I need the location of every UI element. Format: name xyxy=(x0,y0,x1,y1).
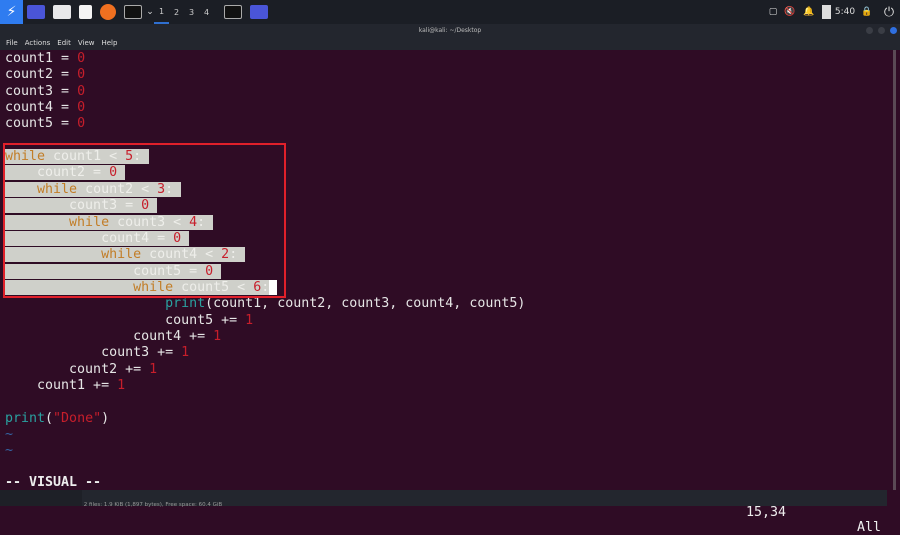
menu-actions[interactable]: Actions xyxy=(25,38,51,50)
logout-icon[interactable]: ⏻ xyxy=(878,0,900,24)
menu-help[interactable]: Help xyxy=(101,38,117,50)
menu-edit[interactable]: Edit xyxy=(57,38,71,50)
workspace-4[interactable]: 4 xyxy=(199,0,214,24)
code-token: count1 += xyxy=(5,378,118,393)
code-token: 0 xyxy=(77,116,86,132)
taskbar: ⚡ ⌄ 1 2 3 4 ▢ 🔇 🔔 5:40 🔒 ⏻ xyxy=(0,0,900,24)
chevron-down-icon[interactable]: ⌄ xyxy=(146,0,154,24)
code-line: count4 += 1 xyxy=(5,329,221,345)
firefox-icon[interactable] xyxy=(100,4,116,20)
clock[interactable]: 5:40 xyxy=(834,0,856,24)
code-token: ~ xyxy=(5,443,14,459)
code-line: count3 = 0 xyxy=(5,84,85,100)
cursor-position: 15,34 xyxy=(746,505,787,520)
close-button[interactable] xyxy=(890,27,897,34)
code-token: count3 = xyxy=(5,83,78,99)
code-token: 1 xyxy=(213,328,222,344)
code-token: print xyxy=(5,410,46,426)
code-token: count4 = xyxy=(5,100,78,116)
code-token: "Done" xyxy=(53,410,102,426)
code-token: 1 xyxy=(181,345,190,361)
code-token: count1 = xyxy=(5,51,78,66)
code-token: ~ xyxy=(5,427,14,443)
minimize-button[interactable] xyxy=(866,27,873,34)
code-token: 1 xyxy=(117,378,126,393)
show-desktop-icon[interactable] xyxy=(27,5,45,19)
workspace-3[interactable]: 3 xyxy=(184,0,199,24)
code-token: count4 += xyxy=(5,328,214,344)
code-line: count5 = 0 xyxy=(5,116,85,132)
scrollbar[interactable] xyxy=(893,50,896,490)
code-token: count2 = xyxy=(5,67,78,83)
maximize-button[interactable] xyxy=(878,27,885,34)
file-manager-statusbar: 2 files: 1.9 KiB (1,897 bytes), Free spa… xyxy=(0,490,887,508)
bell-icon[interactable]: 🔔 xyxy=(800,0,818,24)
menu-bar: File Actions Edit View Help xyxy=(0,38,900,50)
code-token: 0 xyxy=(77,67,86,83)
code-line: count2 = 0 xyxy=(5,67,85,83)
workspace-1[interactable]: 1 xyxy=(154,0,169,24)
vim-mode: -- VISUAL -- xyxy=(5,475,102,490)
vim-status-line: -- VISUAL -- 9 15,34 All xyxy=(0,460,893,535)
code-token: print xyxy=(165,296,206,312)
task-desktop[interactable] xyxy=(250,5,268,19)
muted-speaker-icon[interactable]: 🔇 xyxy=(780,0,800,24)
scroll-position: All xyxy=(857,520,882,535)
code-token: 1 xyxy=(245,312,254,328)
task-terminal[interactable] xyxy=(224,5,242,19)
window-title: kali@kali: ~/Desktop xyxy=(418,27,482,34)
code-token: count5 += xyxy=(5,312,246,328)
code-line: count3 += 1 xyxy=(5,345,189,361)
code-line: count4 = 0 xyxy=(5,100,85,116)
code-token: count5 = xyxy=(5,116,78,132)
code-line: print("Done") xyxy=(5,411,109,427)
code-token: 0 xyxy=(77,51,86,66)
terminal-icon[interactable] xyxy=(124,5,142,19)
code-line: ~ xyxy=(5,427,13,443)
code-token: (count1, count2, count3, count4, count5) xyxy=(205,296,526,312)
code-token: 0 xyxy=(77,100,86,116)
selection-highlight-box xyxy=(3,143,286,298)
kali-menu-icon[interactable]: ⚡ xyxy=(0,0,23,24)
text-editor-icon[interactable] xyxy=(79,5,92,19)
file-manager-icon[interactable] xyxy=(53,5,71,19)
code-token: count3 += xyxy=(5,345,182,361)
code-token: 0 xyxy=(77,83,86,99)
footer-status: 2 files: 1.9 KiB (1,897 bytes), Free spa… xyxy=(83,502,223,508)
battery-icon xyxy=(818,0,834,24)
code-line: count5 += 1 xyxy=(5,313,253,329)
code-line: count1 += 1 xyxy=(5,378,125,394)
code-token: 1 xyxy=(149,361,158,377)
code-line: ~ xyxy=(5,443,13,459)
code-line: count2 += 1 xyxy=(5,362,157,378)
workspace-2[interactable]: 2 xyxy=(169,0,184,24)
code-token: ) xyxy=(101,410,110,426)
display-icon[interactable]: ▢ xyxy=(766,0,780,24)
menu-file[interactable]: File xyxy=(6,38,18,50)
code-token: count2 += xyxy=(5,361,150,377)
window-titlebar: kali@kali: ~/Desktop xyxy=(0,24,900,38)
code-token: ( xyxy=(45,410,54,426)
code-line: count1 = 0 xyxy=(5,51,85,67)
code-line: print(count1, count2, count3, count4, co… xyxy=(5,296,525,312)
menu-view[interactable]: View xyxy=(78,38,95,50)
lock-icon[interactable]: 🔒 xyxy=(856,0,878,24)
